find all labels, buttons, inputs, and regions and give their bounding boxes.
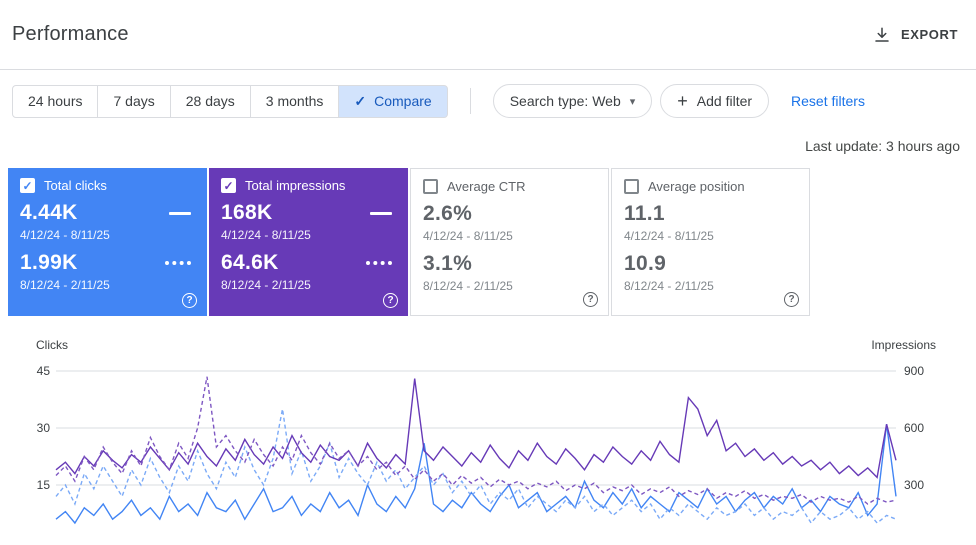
value-row: 64.6K [221, 251, 396, 275]
card-total-impressions[interactable]: ✓ Total impressions 168K 4/12/24 - 8/11/… [209, 168, 408, 316]
add-filter-button[interactable]: + Add filter [660, 84, 770, 118]
filter-divider [469, 88, 471, 114]
card-label: Total impressions [245, 178, 346, 193]
value-row: 2.6% [423, 202, 596, 226]
value-row: 10.9 [624, 252, 797, 276]
right-axis-tick: 300 [904, 478, 924, 492]
download-icon [875, 27, 889, 42]
left-axis-tick: 30 [37, 421, 51, 435]
card-range-primary: 4/12/24 - 8/11/25 [423, 229, 513, 243]
card-label: Average CTR [447, 179, 526, 194]
range-button-7-days[interactable]: 7 days [97, 84, 171, 118]
card-range-compare: 8/12/24 - 2/11/25 [20, 278, 110, 292]
card-range-compare: 8/12/24 - 2/11/25 [221, 278, 311, 292]
card-header: Average position [624, 179, 797, 194]
solid-line-indicator [370, 211, 392, 215]
card-value-primary: 4.44K [20, 201, 78, 224]
export-label: EXPORT [900, 27, 958, 42]
card-total-clicks[interactable]: ✓ Total clicks 4.44K 4/12/24 - 8/11/25 1… [8, 168, 207, 316]
metric-cards-row: ✓ Total clicks 4.44K 4/12/24 - 8/11/25 1… [0, 168, 976, 316]
chart-section: Clicks Impressions 45 900 30 600 15 300 [0, 338, 976, 545]
card-value-primary: 11.1 [624, 202, 665, 225]
chart-axis-labels: Clicks Impressions [12, 338, 964, 358]
card-value-compare: 64.6K [221, 251, 279, 274]
help-icon[interactable]: ? [583, 292, 598, 307]
checkbox-unchecked-icon[interactable] [624, 179, 639, 194]
dashed-line-indicator [165, 261, 191, 265]
series-line [55, 424, 897, 525]
range-button-28-days[interactable]: 28 days [169, 84, 251, 118]
value-row: 168K [221, 201, 396, 225]
right-axis-tick: 900 [904, 364, 924, 378]
value-row: 1.99K [20, 251, 195, 275]
value-row: 3.1% [423, 252, 596, 276]
help-icon[interactable]: ? [182, 293, 197, 308]
card-header: ✓ Total impressions [221, 178, 396, 193]
card-value-compare: 1.99K [20, 251, 78, 274]
left-axis-label: Clicks [36, 338, 68, 352]
value-row: 11.1 [624, 202, 797, 226]
card-range-primary: 4/12/24 - 8/11/25 [221, 228, 311, 242]
card-value-compare: 3.1% [423, 252, 473, 275]
card-label: Total clicks [44, 178, 107, 193]
checkbox-checked-icon[interactable]: ✓ [221, 178, 236, 193]
card-range-primary: 4/12/24 - 8/11/25 [624, 229, 714, 243]
help-icon[interactable]: ? [784, 292, 799, 307]
card-range-compare: 8/12/24 - 2/11/25 [423, 279, 513, 293]
compare-button[interactable]: ✓ Compare [338, 84, 448, 118]
plus-icon: + [677, 91, 688, 111]
chevron-down-icon: ▾ [629, 95, 636, 108]
card-header: Average CTR [423, 179, 596, 194]
series-line [55, 408, 897, 525]
card-value-primary: 2.6% [423, 202, 473, 225]
card-value-primary: 168K [221, 201, 273, 224]
checkbox-unchecked-icon[interactable] [423, 179, 438, 194]
search-type-dropdown[interactable]: Search type: Web ▾ [492, 84, 653, 118]
left-axis-tick: 45 [37, 364, 51, 378]
card-average-position[interactable]: Average position 11.1 4/12/24 - 8/11/25 … [611, 168, 810, 316]
reset-filters-link[interactable]: Reset filters [791, 93, 865, 109]
value-row: 4.44K [20, 201, 195, 225]
solid-line-indicator [169, 211, 191, 215]
performance-chart: 45 900 30 600 15 300 [37, 364, 924, 525]
card-label: Average position [648, 179, 745, 194]
card-value-compare: 10.9 [624, 252, 667, 275]
checkmark-icon: ✓ [354, 92, 367, 109]
right-axis-label: Impressions [871, 338, 936, 352]
card-average-ctr[interactable]: Average CTR 2.6% 4/12/24 - 8/11/25 3.1% … [410, 168, 609, 316]
date-range-segmented-control: 24 hours 7 days 28 days 3 months ✓ Compa… [12, 84, 448, 118]
checkmark-icon: ✓ [223, 178, 234, 193]
range-button-3-months[interactable]: 3 months [249, 84, 340, 118]
range-button-24-hours[interactable]: 24 hours [12, 84, 99, 118]
card-header: ✓ Total clicks [20, 178, 195, 193]
help-icon[interactable]: ? [383, 293, 398, 308]
checkbox-checked-icon[interactable]: ✓ [20, 178, 35, 193]
compare-label: Compare [374, 93, 432, 109]
checkmark-icon: ✓ [22, 178, 33, 193]
dashed-line-indicator [366, 261, 392, 265]
page-title: Performance [12, 23, 129, 45]
export-button[interactable]: EXPORT [873, 26, 958, 44]
search-type-label: Search type: Web [509, 93, 621, 109]
left-axis-tick: 15 [37, 478, 51, 492]
card-range-primary: 4/12/24 - 8/11/25 [20, 228, 110, 242]
filter-bar: 24 hours 7 days 28 days 3 months ✓ Compa… [0, 70, 976, 126]
last-update-text: Last update: 3 hours ago [805, 138, 960, 154]
page-header: Performance EXPORT [0, 0, 976, 70]
card-range-compare: 8/12/24 - 2/11/25 [624, 279, 714, 293]
right-axis-tick: 600 [904, 421, 924, 435]
add-filter-label: Add filter [696, 93, 753, 109]
